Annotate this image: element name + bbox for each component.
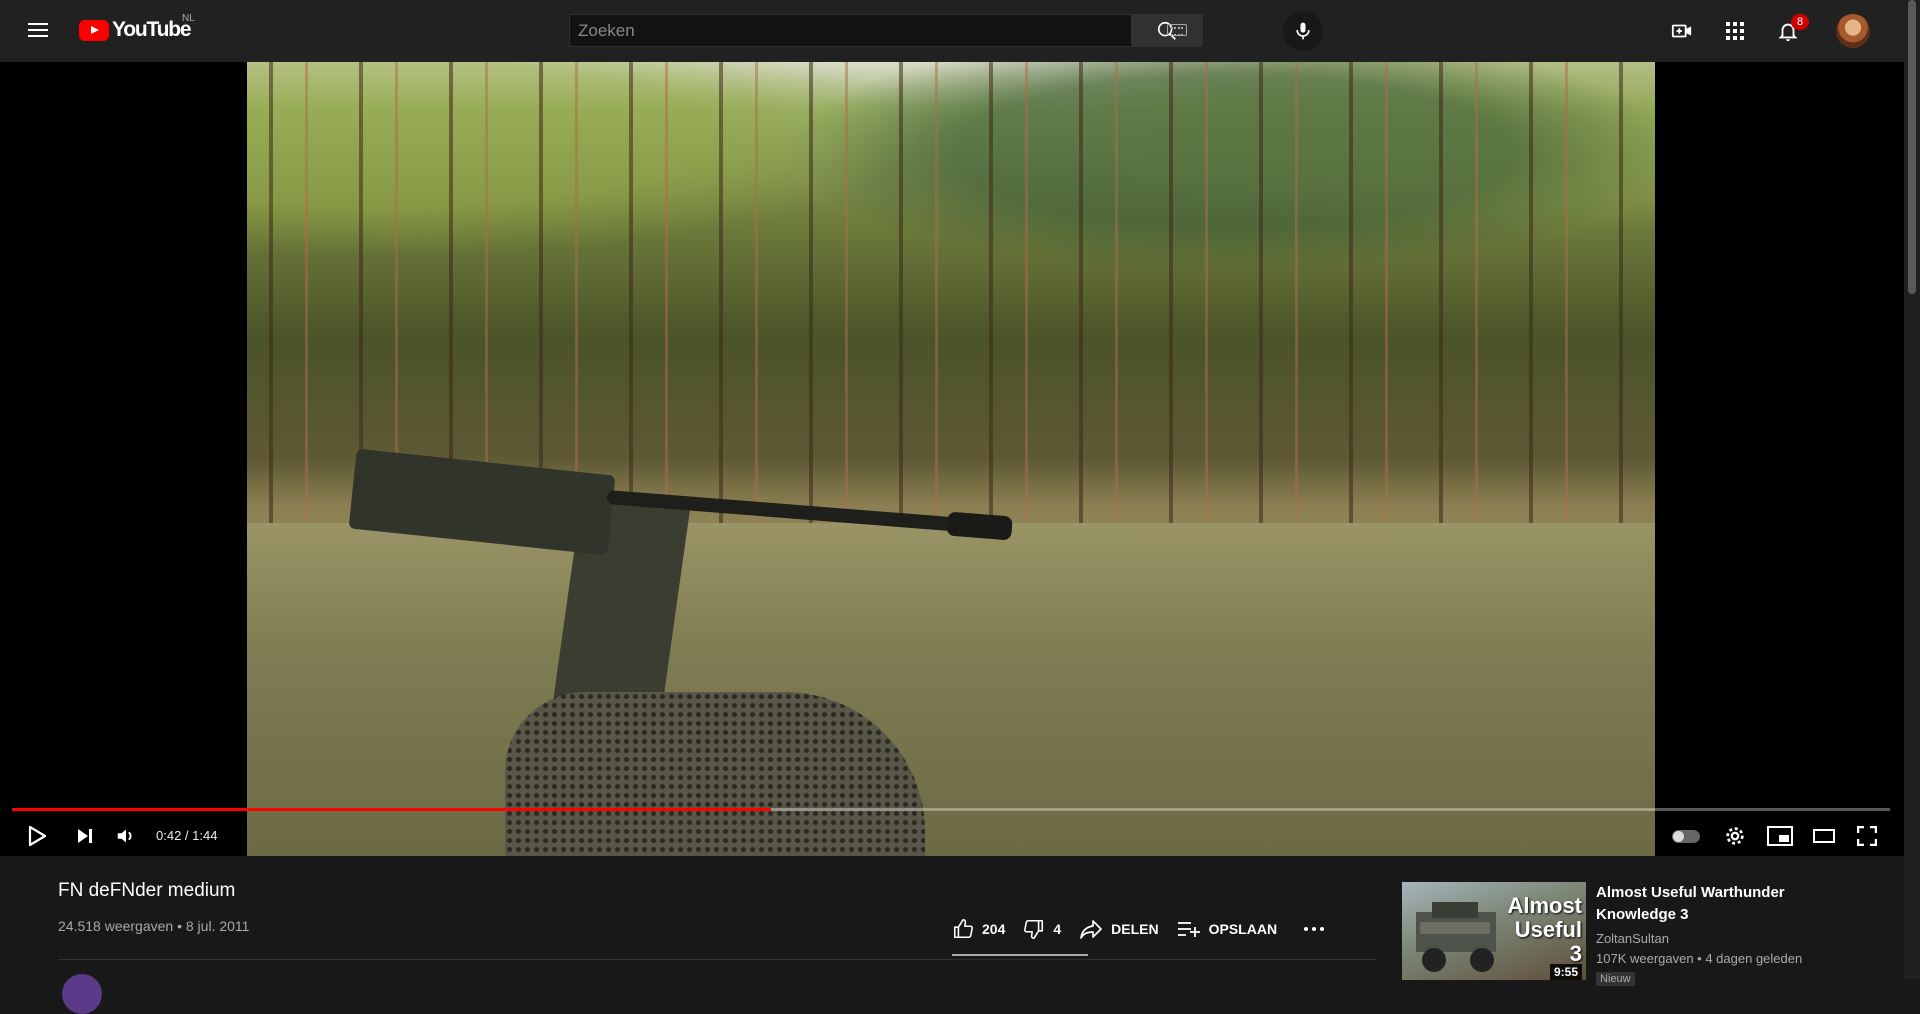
dislike-button[interactable]: 4 xyxy=(1023,918,1061,940)
notification-badge: 8 xyxy=(1791,14,1809,30)
recommended-thumbnail[interactable]: Almost Useful 3 9:55 xyxy=(1402,882,1586,980)
settings-button[interactable] xyxy=(1717,818,1753,854)
skip-next-icon xyxy=(78,829,92,843)
new-badge: Nieuw xyxy=(1596,972,1635,986)
masthead: YouTube NL 8 xyxy=(0,0,1904,62)
divider xyxy=(58,959,1376,960)
thumbs-up-icon xyxy=(953,919,973,939)
page-scrollbar[interactable] xyxy=(1904,0,1920,979)
video-player[interactable]: 0:42 / 1:44 xyxy=(0,62,1904,856)
more-actions-button[interactable] xyxy=(1303,926,1333,932)
fullscreen-icon xyxy=(1857,826,1877,846)
miniplayer-icon xyxy=(1767,826,1793,846)
share-icon xyxy=(1080,920,1103,939)
share-button[interactable]: DELEN xyxy=(1079,918,1159,940)
playlist-add-icon xyxy=(1177,922,1200,937)
video-title: FN deFNder medium xyxy=(58,880,236,901)
recommended-video[interactable]: Almost Useful 3 9:55 Almost Useful Warth… xyxy=(1402,882,1892,986)
player-controls: 0:42 / 1:44 xyxy=(0,818,1904,856)
autoplay-toggle[interactable] xyxy=(1672,830,1700,843)
video-frame[interactable] xyxy=(247,62,1655,856)
thumbnail-text: Almost Useful 3 xyxy=(1507,893,1582,966)
save-button[interactable]: OPSLAAN xyxy=(1177,919,1277,939)
time-display: 0:42 / 1:44 xyxy=(156,828,218,843)
keyboard-icon[interactable] xyxy=(1167,24,1187,36)
thumbs-down-icon xyxy=(1024,919,1044,939)
apps-grid-icon[interactable] xyxy=(1723,19,1747,43)
progress-bar[interactable] xyxy=(12,808,1890,811)
fullscreen-button[interactable] xyxy=(1849,818,1885,854)
theater-mode-icon xyxy=(1813,829,1835,843)
save-label: OPSLAAN xyxy=(1208,921,1278,937)
country-code: NL xyxy=(182,13,195,24)
recommended-channel[interactable]: ZoltanSultan xyxy=(1596,931,1669,946)
search-input[interactable] xyxy=(569,14,1131,47)
more-horizontal-icon xyxy=(1304,927,1325,931)
logo-text: YouTube xyxy=(112,18,192,41)
miniplayer-button[interactable] xyxy=(1762,818,1798,854)
create-video-icon[interactable] xyxy=(1670,19,1694,43)
recommended-meta: 107K weergaven • 4 dagen geleden xyxy=(1596,951,1803,966)
dislike-count: 4 xyxy=(1053,921,1062,937)
gear-icon xyxy=(1726,827,1744,845)
like-ratio-bar xyxy=(952,954,1088,956)
like-button[interactable]: 204 xyxy=(952,918,1005,940)
next-button[interactable] xyxy=(67,818,103,854)
like-count: 204 xyxy=(982,921,1006,937)
play-icon xyxy=(28,825,47,847)
video-meta: 24.518 weergaven • 8 jul. 2011 xyxy=(58,918,250,934)
user-avatar[interactable] xyxy=(1836,14,1870,48)
channel-avatar[interactable] xyxy=(62,974,102,1014)
search-bar xyxy=(569,14,1203,47)
play-button[interactable] xyxy=(19,818,55,854)
voice-search-button[interactable] xyxy=(1283,11,1323,51)
theater-mode-button[interactable] xyxy=(1806,818,1842,854)
menu-icon[interactable] xyxy=(26,19,50,43)
youtube-logo[interactable]: YouTube xyxy=(79,18,192,42)
microphone-icon xyxy=(1296,22,1310,40)
progress-fill xyxy=(12,808,771,811)
share-label: DELEN xyxy=(1111,921,1159,937)
scrollbar-thumb[interactable] xyxy=(1908,0,1916,294)
volume-icon xyxy=(117,829,132,843)
recommended-title[interactable]: Almost Useful Warthunder Knowledge 3 xyxy=(1596,882,1856,926)
video-duration: 9:55 xyxy=(1549,964,1582,980)
video-actions: 204 4 DELEN OPSLAAN xyxy=(952,913,1351,945)
play-logo-icon xyxy=(79,19,109,41)
volume-button[interactable] xyxy=(108,818,144,854)
